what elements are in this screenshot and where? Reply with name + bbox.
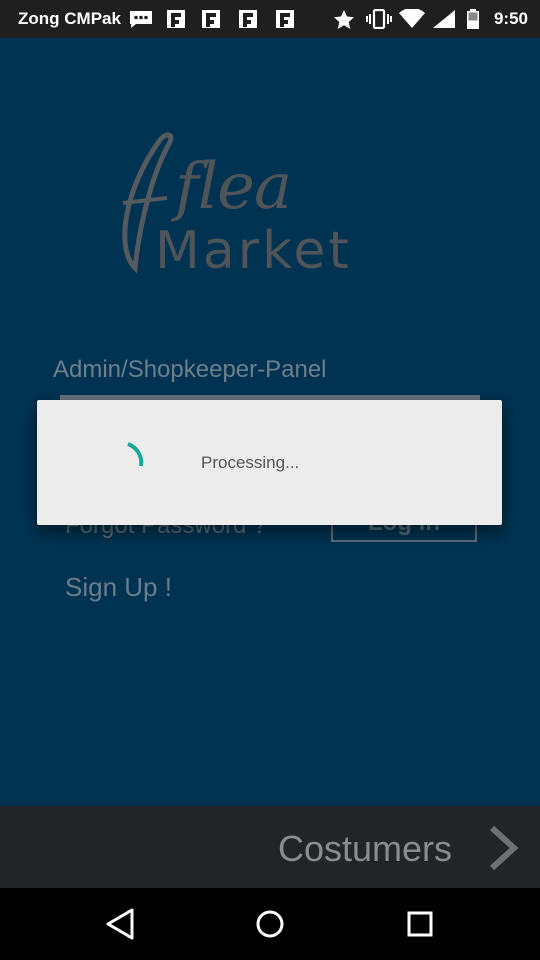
flipboard-icon — [239, 10, 257, 28]
vibrate-icon — [366, 9, 392, 29]
signal-icon — [433, 10, 455, 28]
processing-message: Processing... — [201, 453, 300, 472]
chat-icon — [130, 11, 152, 28]
sign-up-link[interactable]: Sign Up ! — [65, 572, 172, 603]
logo-word-flea: flea — [171, 150, 291, 224]
recents-icon[interactable] — [402, 906, 438, 942]
star-icon — [334, 10, 354, 29]
navigation-bar — [0, 888, 540, 960]
logo-word-market: Market — [155, 221, 352, 278]
flipboard-icon — [276, 10, 294, 28]
flea-market-logo: flea Market — [122, 132, 352, 278]
customers-bar[interactable]: Costumers — [0, 806, 540, 888]
battery-icon — [467, 9, 479, 29]
carrier-name: Zong CMPak — [18, 9, 121, 28]
chevron-right-icon[interactable] — [486, 825, 522, 871]
flipboard-icon — [202, 10, 220, 28]
wifi-icon — [399, 9, 425, 28]
home-icon[interactable] — [252, 906, 288, 942]
back-icon[interactable] — [102, 906, 138, 942]
loading-spinner-icon — [127, 442, 144, 467]
flipboard-icon — [167, 10, 185, 28]
clock: 9:50 — [493, 9, 528, 28]
panel-title: Admin/Shopkeeper-Panel — [53, 356, 327, 383]
status-bar: Zong CMPak 9:50 — [0, 0, 540, 38]
customers-label[interactable]: Costumers — [278, 828, 452, 870]
processing-dialog: Processing... — [37, 400, 502, 525]
